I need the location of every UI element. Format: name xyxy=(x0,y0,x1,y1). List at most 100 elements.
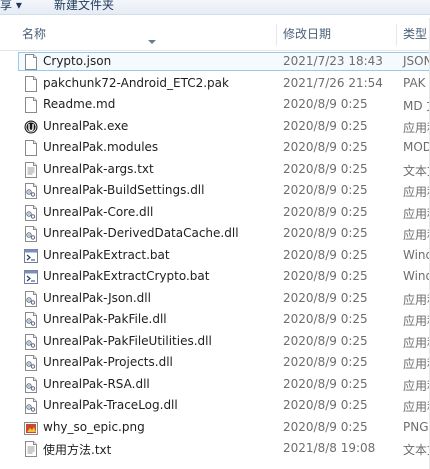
column-header: 名称 修改日期 类型 xyxy=(0,18,430,51)
file-type: 应用程 xyxy=(403,378,430,393)
doc-icon xyxy=(24,54,38,70)
file-type: PAK xyxy=(403,75,426,90)
file-type: 文本文 xyxy=(403,163,430,178)
dll-icon xyxy=(24,376,38,393)
file-row[interactable]: UnrealPak-Json.dll 2020/8/9 0:25 应用程 xyxy=(18,289,430,309)
file-date: 2020/8/9 0:25 xyxy=(283,183,368,197)
file-date: 2020/8/9 0:25 xyxy=(283,204,368,219)
image-icon xyxy=(24,420,38,436)
file-date: 2021/7/23 18:43 xyxy=(283,54,383,68)
file-name[interactable]: UnrealPak-Projects.dll xyxy=(43,355,173,369)
file-row[interactable]: Crypto.json 2021/7/23 18:43 JSON xyxy=(18,52,430,72)
file-name[interactable]: UnrealPak-PakFileUtilities.dll xyxy=(43,334,212,348)
file-date: 2020/8/9 0:25 xyxy=(283,247,368,262)
column-divider[interactable] xyxy=(396,24,397,46)
file-date: 2020/8/9 0:25 xyxy=(283,312,368,326)
file-type: 应用程 xyxy=(403,292,430,307)
file-type: JSON xyxy=(403,54,430,68)
dll-icon xyxy=(24,398,38,414)
file-type: Wind xyxy=(403,269,430,283)
share-menu[interactable]: 享 ▾ xyxy=(0,0,22,13)
file-row[interactable]: why_so_epic.png 2020/8/9 0:25 PNG xyxy=(18,418,430,438)
file-type: MD 文 xyxy=(403,99,430,113)
text-doc-icon xyxy=(24,161,38,178)
column-type[interactable]: 类型 xyxy=(403,18,427,50)
file-name[interactable]: UnrealPak-BuildSettings.dll xyxy=(43,183,204,197)
file-row[interactable]: UnrealPak-DerivedDataCache.dll 2020/8/9 0… xyxy=(18,224,430,244)
doc-icon xyxy=(24,75,38,92)
file-row[interactable]: Readme.md 2020/8/9 0:25 MD 文 xyxy=(18,95,430,115)
file-row[interactable]: UnrealPakExtractCrypto.bat 2020/8/9 0:25 W… xyxy=(18,267,430,287)
file-date: 2020/8/9 0:25 xyxy=(283,118,368,133)
file-name[interactable]: Crypto.json xyxy=(43,54,111,68)
file-row[interactable]: UnrealPakExtract.bat 2020/8/9 0:25 Wind xyxy=(18,246,430,266)
file-name[interactable]: UnrealPak-TraceLog.dll xyxy=(43,398,178,412)
file-date: 2020/8/9 0:25 xyxy=(283,226,368,240)
file-type: 应用程 xyxy=(403,400,430,414)
doc-icon xyxy=(24,97,38,113)
file-type: 应用程 xyxy=(403,120,430,135)
file-name[interactable]: UnrealPak-DerivedDataCache.dll xyxy=(43,226,239,240)
toolbar: 享 ▾ 新建文件夹 xyxy=(0,0,430,15)
file-name[interactable]: pakchunk72-Android_ETC2.pak xyxy=(43,76,229,90)
file-row[interactable]: UnrealPak.exe 2020/8/9 0:25 应用程 xyxy=(18,117,430,137)
file-row[interactable]: UnrealPak-Core.dll 2020/8/9 0:25 应用程 xyxy=(18,203,430,223)
file-name[interactable]: UnrealPak.exe xyxy=(43,119,128,133)
column-divider[interactable] xyxy=(276,24,277,46)
file-row[interactable]: 使用方法.txt 2021/8/8 19:08 文本文 xyxy=(18,439,430,459)
file-type: 应用程 xyxy=(403,335,430,350)
file-row[interactable]: UnrealPak.modules 2020/8/9 0:25 MODU xyxy=(18,138,430,158)
file-type: MODU xyxy=(403,140,430,154)
file-name[interactable]: UnrealPak-RSA.dll xyxy=(43,377,150,391)
file-type: 应用程 xyxy=(403,228,430,242)
file-row[interactable]: UnrealPak-PakFile.dll 2020/8/9 0:25 应用程 xyxy=(18,310,430,330)
file-date: 2021/7/26 21:54 xyxy=(283,75,383,90)
file-type: 文本文 xyxy=(403,443,430,457)
bat-icon xyxy=(24,248,38,264)
dll-icon xyxy=(24,204,38,221)
file-name[interactable]: why_so_epic.png xyxy=(43,420,145,434)
file-date: 2020/8/9 0:25 xyxy=(283,398,368,412)
doc-icon xyxy=(24,140,38,156)
file-row[interactable]: pakchunk72-Android_ETC2.pak 2021/7/26 21:… xyxy=(18,74,430,94)
dll-icon xyxy=(24,183,38,199)
dll-icon xyxy=(24,226,38,242)
file-date: 2020/8/9 0:25 xyxy=(283,269,368,283)
file-name[interactable]: Readme.md xyxy=(43,97,115,111)
file-name[interactable]: UnrealPakExtractCrypto.bat xyxy=(43,269,209,283)
file-date: 2020/8/9 0:25 xyxy=(283,355,368,369)
file-name[interactable]: UnrealPak.modules xyxy=(43,140,158,154)
file-type: 应用程 xyxy=(403,206,430,221)
file-date: 2020/8/9 0:25 xyxy=(283,376,368,391)
file-row[interactable]: UnrealPak-BuildSettings.dll 2020/8/9 0:25… xyxy=(18,181,430,201)
dll-icon xyxy=(24,333,38,350)
file-date: 2020/8/9 0:25 xyxy=(283,333,368,348)
file-date: 2020/8/9 0:25 xyxy=(283,419,368,434)
file-type: 应用程 xyxy=(403,185,430,199)
file-row[interactable]: UnrealPak-TraceLog.dll 2020/8/9 0:25 应用程 xyxy=(18,396,430,416)
sort-indicator-icon xyxy=(148,40,156,44)
file-name[interactable]: UnrealPakExtract.bat xyxy=(43,248,170,262)
column-name[interactable]: 名称 xyxy=(22,18,46,50)
file-row[interactable]: UnrealPak-PakFileUtilities.dll 2020/8/9 0… xyxy=(18,332,430,352)
file-date: 2020/8/9 0:25 xyxy=(283,97,368,111)
file-row[interactable]: UnrealPak-args.txt 2020/8/9 0:25 文本文 xyxy=(18,160,430,180)
file-date: 2020/8/9 0:25 xyxy=(283,290,368,305)
text-doc-icon xyxy=(24,441,38,457)
file-date: 2020/8/9 0:25 xyxy=(283,161,368,176)
file-name[interactable]: 使用方法.txt xyxy=(43,441,111,458)
file-name[interactable]: UnrealPak-Json.dll xyxy=(43,291,151,305)
column-date[interactable]: 修改日期 xyxy=(283,18,331,50)
new-folder-button[interactable]: 新建文件夹 xyxy=(54,0,114,13)
file-type: 应用程 xyxy=(403,314,430,328)
file-row[interactable]: UnrealPak-Projects.dll 2020/8/9 0:25 应用程 xyxy=(18,353,430,373)
bat-icon xyxy=(24,269,38,285)
file-type: PNG xyxy=(403,419,429,434)
file-date: 2021/8/8 19:08 xyxy=(283,441,376,455)
file-row[interactable]: UnrealPak-RSA.dll 2020/8/9 0:25 应用程 xyxy=(18,375,430,395)
file-type: Wind xyxy=(403,247,430,262)
file-name[interactable]: UnrealPak-Core.dll xyxy=(43,205,153,219)
file-name[interactable]: UnrealPak-args.txt xyxy=(43,162,154,176)
file-name[interactable]: UnrealPak-PakFile.dll xyxy=(43,312,167,326)
dll-icon xyxy=(24,290,38,307)
